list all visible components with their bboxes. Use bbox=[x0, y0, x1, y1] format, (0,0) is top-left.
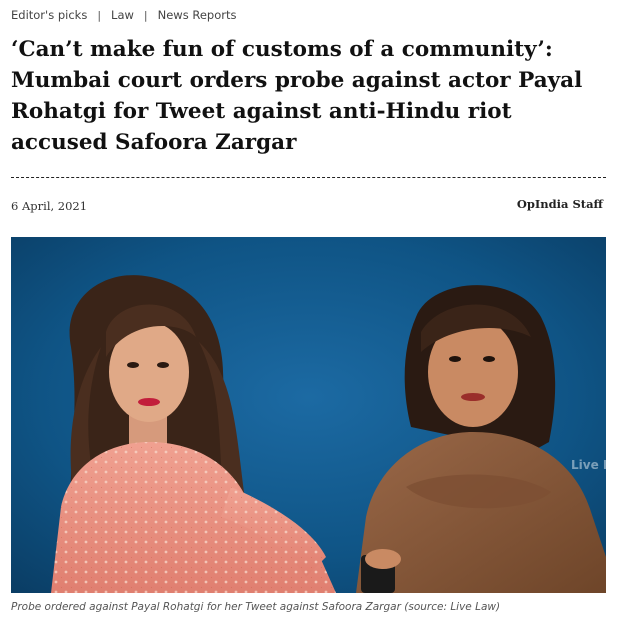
article-featured-image: Live Law bbox=[11, 237, 606, 593]
image-watermark: Live Law bbox=[571, 458, 606, 472]
image-caption: Probe ordered against Payal Rohatgi for … bbox=[11, 601, 501, 613]
breadcrumb-item-editors-picks[interactable]: Editor's picks bbox=[11, 8, 87, 22]
article-headline: ‘Can’t make fun of customs of a communit… bbox=[11, 37, 583, 155]
breadcrumb-separator: | bbox=[97, 8, 102, 22]
breadcrumb-item-law[interactable]: Law bbox=[111, 8, 134, 22]
publish-date: 6 April, 2021 bbox=[11, 199, 88, 213]
breadcrumb-item-news-reports[interactable]: News Reports bbox=[158, 8, 237, 22]
author-link[interactable]: OpIndia Staff bbox=[517, 197, 603, 211]
breadcrumb: Editor's picks | Law | News Reports bbox=[11, 8, 236, 22]
breadcrumb-separator: | bbox=[143, 8, 148, 22]
headline-divider bbox=[11, 177, 606, 178]
